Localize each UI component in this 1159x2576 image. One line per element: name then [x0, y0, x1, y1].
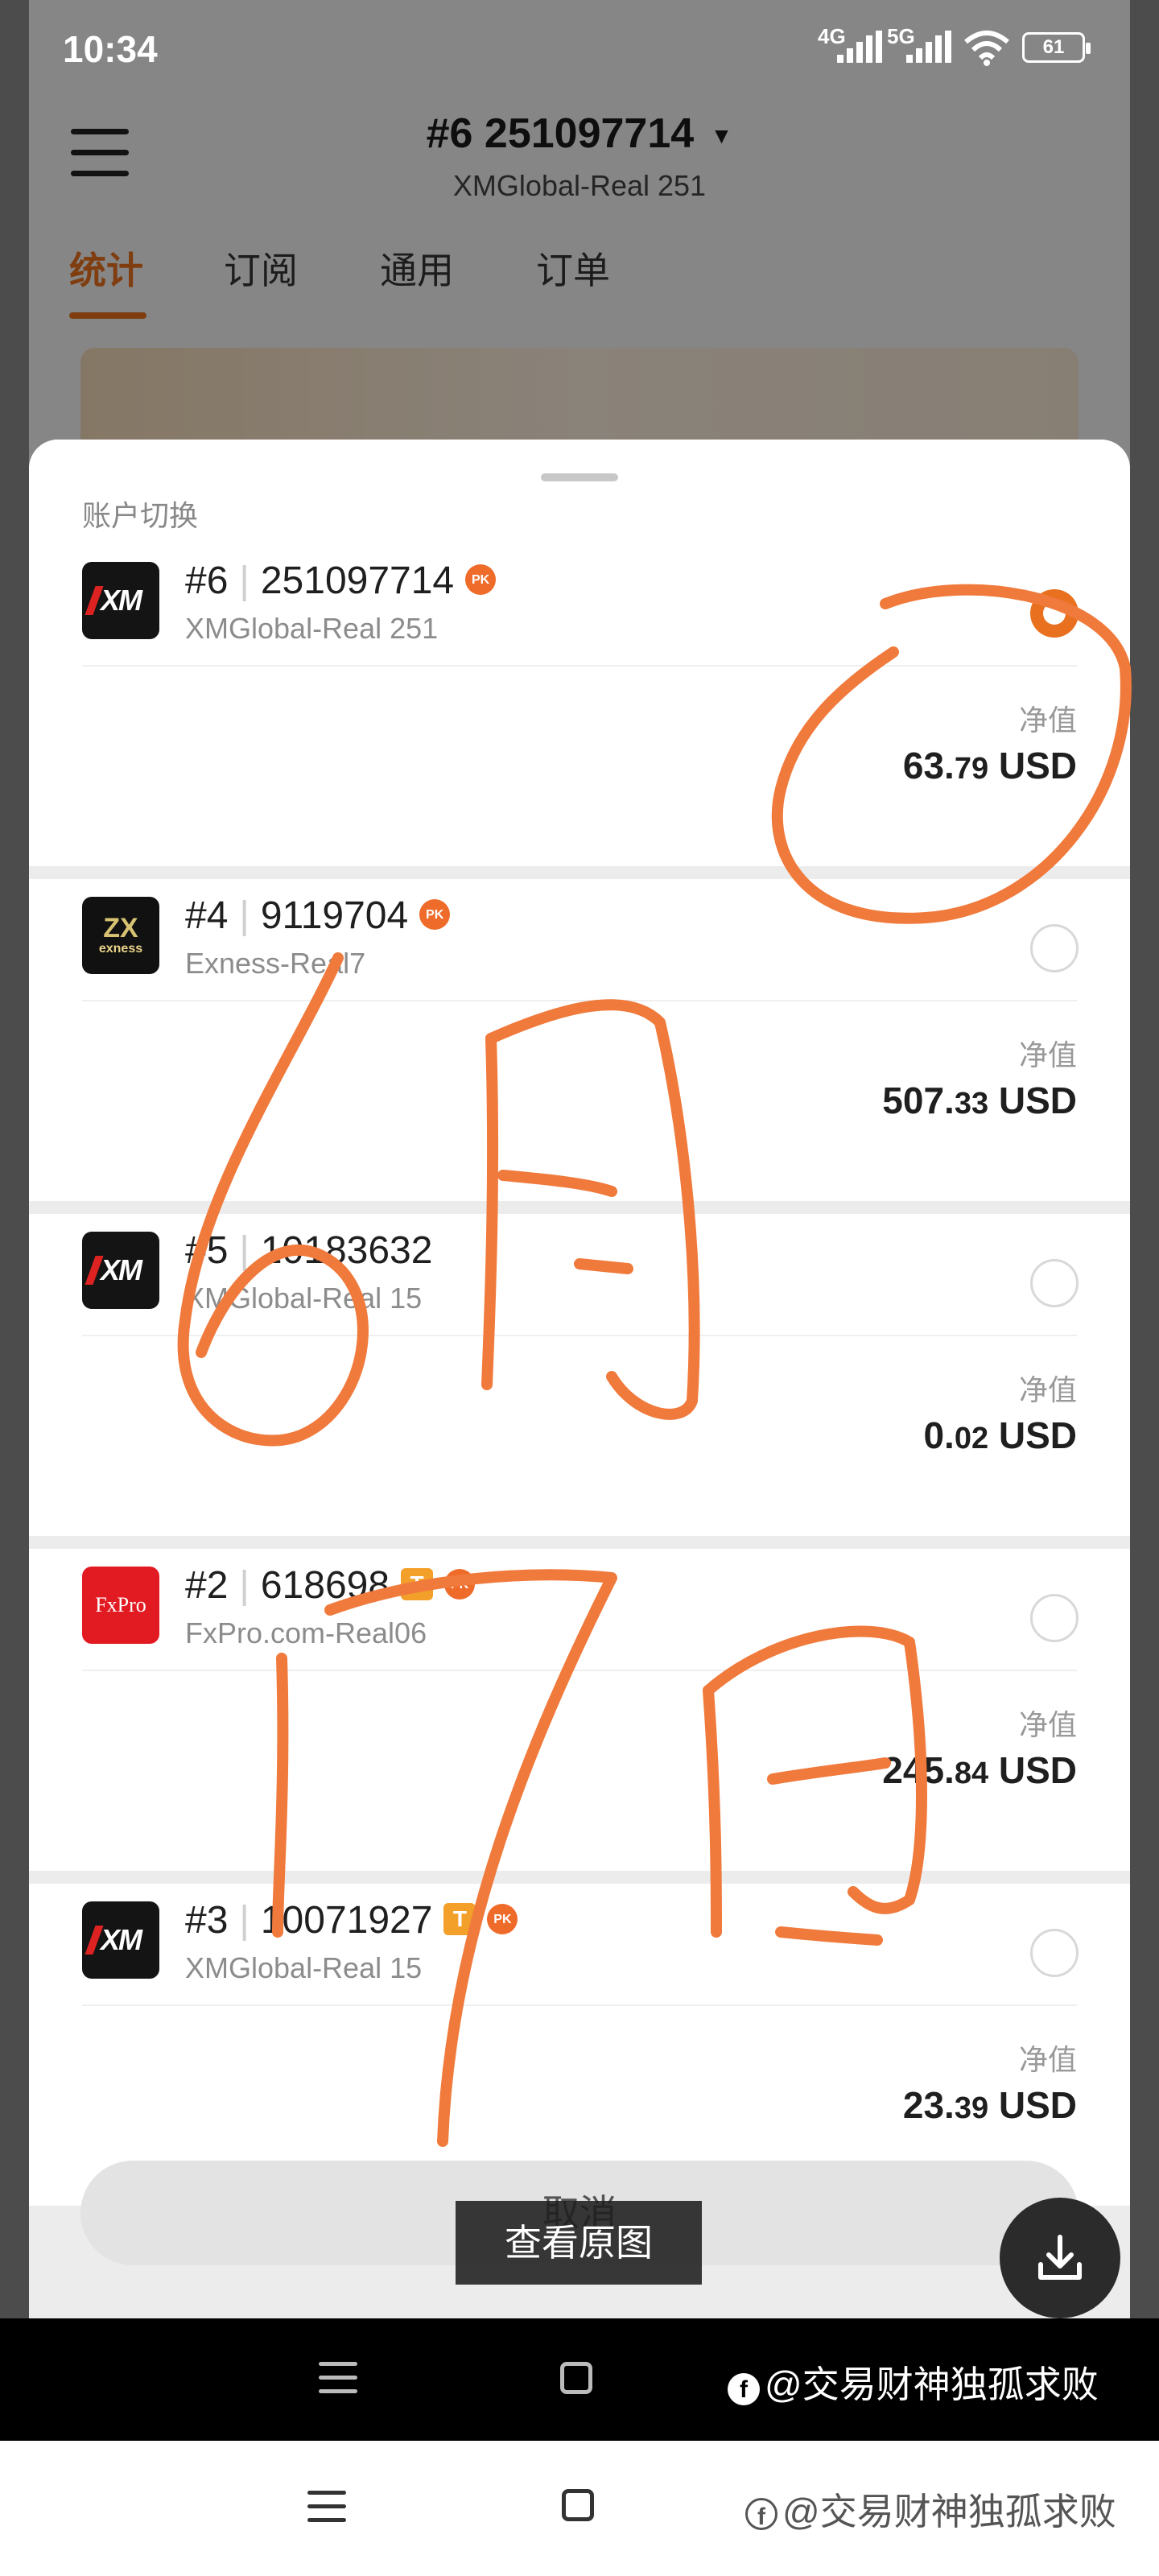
signal-icon [837, 31, 885, 63]
account-switch-sheet: 账户切换 XM #6 | 251097714 PK XMGlobal-Real 251… [29, 440, 1130, 2318]
sheet-title: 账户切换 [82, 499, 199, 532]
equity-label: 净值 [1018, 1373, 1077, 1406]
status-bar: 10:34 4G 5G 61 [0, 0, 1159, 97]
account-line: #4 | 9119704 PK [185, 894, 451, 938]
nav-home-icon[interactable] [562, 2489, 594, 2521]
account-card[interactable]: FxPro #2 | 618698 T PK FxPro.com-Real06 净值 2… [29, 1549, 1130, 1871]
unselected-radio[interactable] [1030, 924, 1079, 972]
account-line: #6 | 251097714 PK [185, 559, 497, 603]
divider [82, 665, 1077, 667]
wifi-icon [964, 31, 1009, 66]
watermark: f @交易财神独孤求败 [745, 2483, 1116, 2536]
equity-label: 净值 [1018, 2043, 1077, 2076]
account-server: Exness-Real7 [185, 947, 366, 980]
divider [82, 1000, 1077, 1001]
xm-logo-icon: XM [82, 1901, 159, 1979]
xm-logo-icon: XM [82, 562, 159, 639]
watermark: f @交易财神独孤求败 [728, 2355, 1099, 2409]
navigation-bar-light: f @交易财神独孤求败 [0, 2441, 1159, 2576]
pk-badge-icon: PK [419, 899, 451, 931]
account-server: XMGlobal-Real 15 [185, 1951, 423, 1984]
divider [82, 2004, 1077, 2006]
unselected-radio[interactable] [1030, 1929, 1079, 1977]
weibo-icon: f [728, 2373, 760, 2405]
t-badge-icon: T [401, 1568, 434, 1601]
equity-value: 0.02 USD [923, 1414, 1077, 1456]
divider [82, 1335, 1077, 1336]
account-server: XMGlobal-Real 251 [185, 612, 439, 645]
weibo-icon: f [745, 2498, 777, 2530]
selected-radio[interactable] [1030, 589, 1079, 638]
equity-label: 净值 [1018, 704, 1077, 737]
account-line: #2 | 618698 T PK [185, 1563, 476, 1608]
fxpro-logo-icon: FxPro [82, 1567, 159, 1644]
pk-badge-icon: PK [465, 564, 497, 596]
status-time: 10:34 [63, 28, 158, 70]
equity-label: 净值 [1018, 1038, 1077, 1071]
equity-value: 245.84 USD [882, 1749, 1077, 1791]
navigation-bar-dark: f @交易财神独孤求败 [0, 2318, 1159, 2441]
account-card[interactable]: XM #6 | 251097714 PK XMGlobal-Real 251 净值 6… [29, 544, 1130, 866]
download-button[interactable] [1000, 2198, 1120, 2318]
view-original-button[interactable]: 查看原图 [456, 2201, 702, 2285]
equity-value: 63.79 USD [902, 745, 1077, 786]
equity-value: 507.33 USD [882, 1080, 1077, 1121]
account-line: #5 | 10183632 [185, 1229, 433, 1272]
drag-handle[interactable] [541, 473, 618, 481]
divider [82, 1670, 1077, 1671]
exness-logo-icon: ZX exness [82, 897, 159, 974]
xm-logo-icon: XM [82, 1232, 159, 1309]
account-line: #3 | 10071927 T PK [185, 1898, 518, 1942]
unselected-radio[interactable] [1030, 1594, 1079, 1642]
account-card[interactable]: XM #5 | 10183632 XMGlobal-Real 15 净值 0.02 … [29, 1214, 1130, 1536]
account-server: XMGlobal-Real 15 [185, 1282, 423, 1315]
nav-menu-icon[interactable] [307, 2491, 346, 2523]
pk-badge-icon: PK [487, 1904, 518, 1935]
battery-icon: 61 [1022, 32, 1091, 63]
account-server: FxPro.com-Real06 [185, 1616, 427, 1649]
equity-value: 23.39 USD [902, 2084, 1077, 2126]
equity-label: 净值 [1018, 1708, 1077, 1741]
account-card[interactable]: XM #3 | 10071927 T PK XMGlobal-Real 15 净值 23… [29, 1884, 1130, 2206]
unselected-radio[interactable] [1030, 1259, 1079, 1307]
nav-menu-icon[interactable] [319, 2362, 357, 2394]
t-badge-icon: T [443, 1903, 476, 1936]
screen: #6 251097714 ▼ XMGlobal-Real 251 统计 订阅 通… [0, 0, 1159, 2318]
nav-home-icon[interactable] [560, 2362, 592, 2394]
sheet-header: 账户切换 [29, 440, 1130, 544]
signal-icon-2 [906, 31, 955, 63]
pk-badge-icon: PK [444, 1569, 476, 1600]
account-card[interactable]: ZX exness #4 | 9119704 PK Exness-Real7 净值 50… [29, 879, 1130, 1201]
download-icon [1038, 2235, 1082, 2280]
